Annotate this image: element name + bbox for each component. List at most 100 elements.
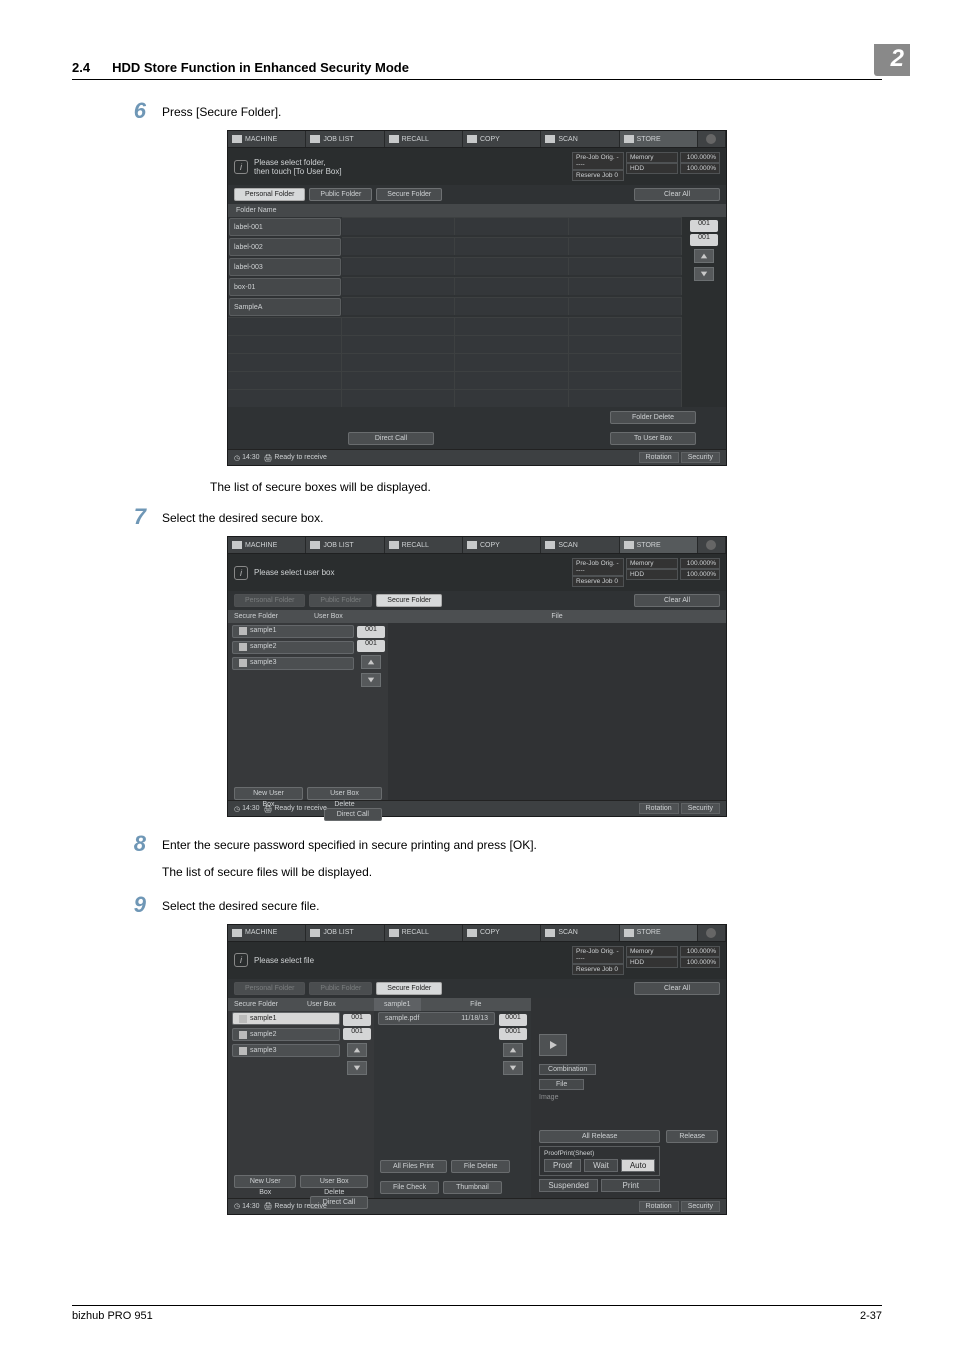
preview-play-button[interactable] xyxy=(539,1034,567,1056)
direct-call-button[interactable]: Direct Call xyxy=(348,432,434,445)
tab-joblist[interactable]: JOB LIST xyxy=(306,537,384,553)
auto-button[interactable]: Auto xyxy=(621,1159,655,1172)
tab-store[interactable]: STORE xyxy=(620,131,698,147)
userbox-row[interactable]: sample2 xyxy=(232,641,354,654)
folder-row[interactable]: label-003 xyxy=(229,258,341,276)
userbox-row[interactable]: sample1 xyxy=(232,625,354,638)
tab-joblist[interactable]: JOB LIST xyxy=(306,925,384,941)
tab-help[interactable] xyxy=(698,131,726,147)
proof-print-group: ProofPrint(Sheet) Proof Wait Auto xyxy=(539,1146,660,1176)
tab-secure-folder[interactable]: Secure Folder xyxy=(376,594,442,607)
clear-all-button[interactable]: Clear All xyxy=(634,594,720,607)
prompt-text: Please select user box xyxy=(254,568,335,577)
tab-copy[interactable]: COPY xyxy=(463,131,541,147)
page-down-button[interactable] xyxy=(361,673,381,687)
tab-machine[interactable]: MACHINE xyxy=(228,131,306,147)
folder-row[interactable]: SampleA xyxy=(229,298,341,316)
step-9: 9 Select the desired secure file. xyxy=(118,892,882,918)
new-user-box-button[interactable]: New User Box xyxy=(234,787,303,800)
user-box-delete-button[interactable]: User Box Delete xyxy=(307,787,382,800)
page-up-button[interactable] xyxy=(361,655,381,669)
col-userbox: User Box xyxy=(308,610,388,623)
print-button[interactable]: Print xyxy=(601,1179,660,1192)
release-button[interactable]: Release xyxy=(666,1130,718,1143)
tab-public-folder[interactable]: Public Folder xyxy=(309,594,372,607)
step-7: 7 Select the desired secure box. xyxy=(118,504,882,530)
pager-current: 001 xyxy=(357,626,385,638)
tab-joblist[interactable]: JOB LIST xyxy=(306,131,384,147)
scan-icon xyxy=(545,135,555,143)
clock-icon: ◷ xyxy=(234,454,240,462)
tab-help[interactable] xyxy=(698,537,726,553)
proof-button[interactable]: Proof xyxy=(544,1159,581,1172)
page-down-button[interactable] xyxy=(347,1061,367,1075)
tab-copy[interactable]: COPY xyxy=(463,537,541,553)
new-user-box-button[interactable]: New User Box xyxy=(234,1175,296,1188)
tab-store[interactable]: STORE xyxy=(620,925,698,941)
tab-personal-folder[interactable]: Personal Folder xyxy=(234,982,305,995)
tab-label: MACHINE xyxy=(245,136,277,143)
step-number: 8 xyxy=(118,831,162,882)
page-down-button[interactable] xyxy=(694,267,714,281)
tab-scan[interactable]: SCAN xyxy=(541,131,619,147)
direct-call-button[interactable]: Direct Call xyxy=(324,808,382,821)
file-delete-button[interactable]: File Delete xyxy=(451,1160,510,1173)
clear-all-button[interactable]: Clear All xyxy=(634,982,720,995)
folder-row[interactable]: label-001 xyxy=(229,218,341,236)
tab-help[interactable] xyxy=(698,925,726,941)
tab-recall[interactable]: RECALL xyxy=(385,925,463,941)
footer-page: 2-37 xyxy=(860,1310,882,1322)
tab-recall[interactable]: RECALL xyxy=(385,537,463,553)
to-user-box-button[interactable]: To User Box xyxy=(610,432,696,445)
lock-icon xyxy=(239,659,247,667)
tab-machine[interactable]: MACHINE xyxy=(228,537,306,553)
tab-personal-folder[interactable]: Personal Folder xyxy=(234,188,305,201)
all-files-print-button[interactable]: All Files Print xyxy=(380,1160,447,1173)
file-pager-current: 0001 xyxy=(499,1014,527,1026)
tab-recall[interactable]: RECALL xyxy=(385,131,463,147)
folder-row[interactable]: box-01 xyxy=(229,278,341,296)
label-hdd: HDD xyxy=(630,165,644,172)
screenshot-secure-folder-list: MACHINE JOB LIST RECALL COPY SCAN STORE … xyxy=(227,130,727,466)
tab-secure-folder[interactable]: Secure Folder xyxy=(376,982,442,995)
tab-scan[interactable]: SCAN xyxy=(541,537,619,553)
col-secure: Secure Folder xyxy=(228,610,308,623)
page-down-button[interactable] xyxy=(503,1061,523,1075)
printer-icon: 🖨 xyxy=(263,454,272,462)
userbox-row[interactable]: sample3 xyxy=(232,1044,340,1057)
tab-store[interactable]: STORE xyxy=(620,537,698,553)
file-row[interactable]: sample.pdf11/18/13 xyxy=(378,1012,495,1025)
tab-scan[interactable]: SCAN xyxy=(541,925,619,941)
tab-secure-folder[interactable]: Secure Folder xyxy=(376,188,442,201)
all-release-button[interactable]: All Release xyxy=(539,1130,660,1143)
page-up-button[interactable] xyxy=(503,1043,523,1057)
prompt-text: Please select folder, then touch [To Use… xyxy=(254,158,342,176)
status-ready: Ready to receive xyxy=(274,454,327,461)
clock-icon: ◷ xyxy=(234,1202,240,1210)
clear-all-button[interactable]: Clear All xyxy=(634,188,720,201)
file-button[interactable]: File xyxy=(539,1079,584,1090)
folder-delete-button[interactable]: Folder Delete xyxy=(610,411,696,424)
page-up-button[interactable] xyxy=(694,249,714,263)
file-panel-col: File xyxy=(421,998,532,1011)
pager-current: 001 xyxy=(343,1014,371,1026)
tab-public-folder[interactable]: Public Folder xyxy=(309,188,372,201)
file-check-button[interactable]: File Check xyxy=(380,1181,439,1194)
userbox-row[interactable]: sample3 xyxy=(232,657,354,670)
info-icon: i xyxy=(234,953,248,967)
userbox-row[interactable]: sample2 xyxy=(232,1028,340,1041)
tab-machine[interactable]: MACHINE xyxy=(228,925,306,941)
folder-row[interactable]: label-002 xyxy=(229,238,341,256)
label-reserve: Reserve Job xyxy=(576,172,613,179)
wait-button[interactable]: Wait xyxy=(584,1159,618,1172)
thumbnail-button[interactable]: Thumbnail xyxy=(443,1181,502,1194)
tab-personal-folder[interactable]: Personal Folder xyxy=(234,594,305,607)
userbox-row-selected[interactable]: sample1 xyxy=(232,1012,340,1025)
label-prejob: Pre-Job Orig. xyxy=(576,154,615,161)
lock-icon xyxy=(239,1015,247,1023)
suspended-button[interactable]: Suspended xyxy=(539,1179,598,1192)
page-up-button[interactable] xyxy=(347,1043,367,1057)
tab-public-folder[interactable]: Public Folder xyxy=(309,982,372,995)
user-box-delete-button[interactable]: User Box Delete xyxy=(300,1175,368,1188)
tab-copy[interactable]: COPY xyxy=(463,925,541,941)
